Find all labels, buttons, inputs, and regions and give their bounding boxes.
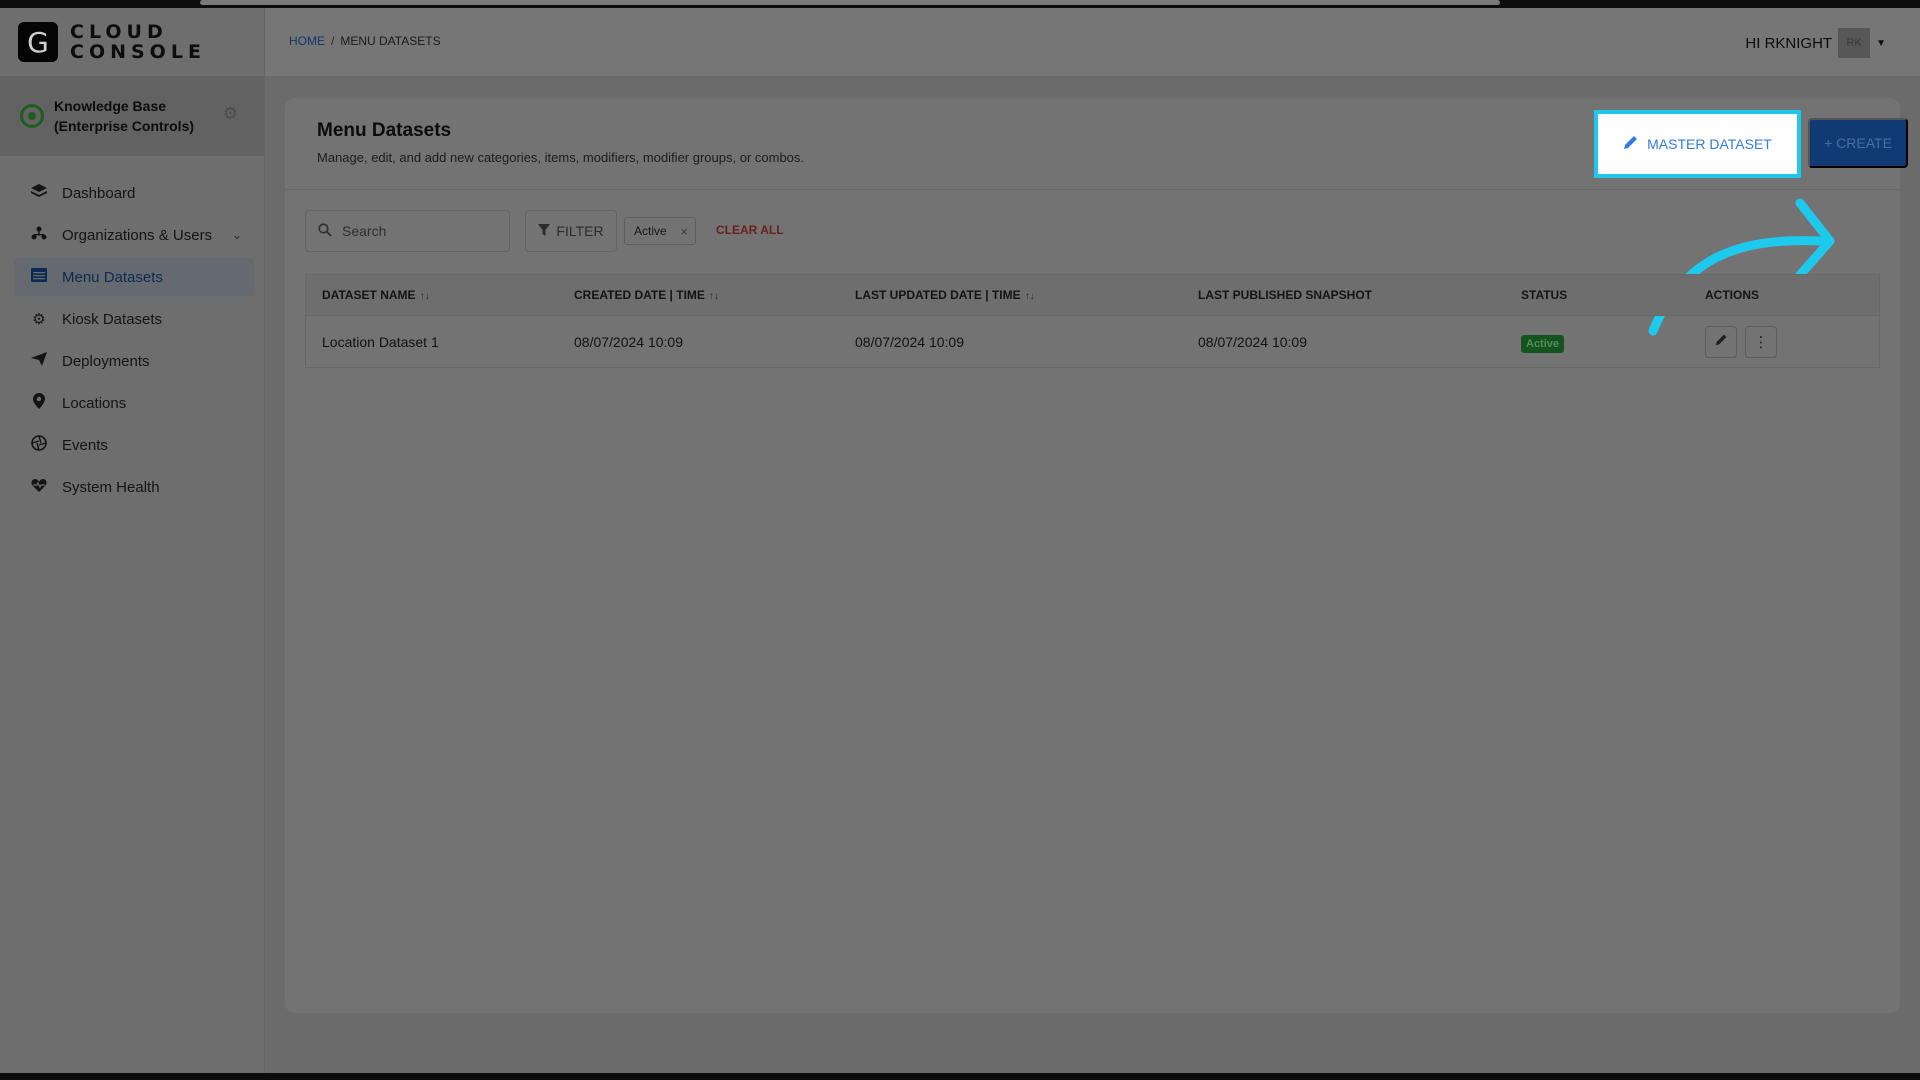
- logo-text-line2: CONSOLE: [70, 41, 206, 63]
- cell-actions: ⋮: [1689, 325, 1879, 358]
- breadcrumb-separator: /: [331, 34, 335, 48]
- sidebar-item-organizations-users[interactable]: Organizations & Users ⌄: [14, 216, 254, 254]
- sidebar: G CLOUD CONSOLE Knowledge Base (Enterpri…: [0, 8, 265, 1073]
- heartbeat-icon: [28, 478, 50, 496]
- column-header-label: CREATED DATE | TIME: [574, 288, 705, 302]
- caret-down-icon[interactable]: ▼: [1876, 38, 1886, 49]
- org-switcher[interactable]: Knowledge Base (Enterprise Controls) ⚙: [0, 76, 264, 156]
- filter-toolbar: Search FILTER Active × CLEAR ALL: [305, 210, 905, 252]
- org-name-line2: (Enterprise Controls): [54, 118, 195, 134]
- org-chart-icon: [28, 226, 50, 244]
- table-header: DATASET NAME ↑↓ CREATED DATE | TIME ↑↓ LAS…: [306, 275, 1879, 315]
- logo-mark: G: [18, 22, 58, 62]
- more-options-button[interactable]: ⋮: [1745, 325, 1777, 358]
- datasets-card: Menu Datasets Manage, edit, and add new …: [285, 98, 1908, 1013]
- chevron-down-icon[interactable]: ⌄: [232, 228, 242, 242]
- org-settings-gear-icon[interactable]: ⚙: [223, 104, 238, 124]
- column-header-created[interactable]: CREATED DATE | TIME ↑↓: [558, 288, 839, 302]
- sidebar-item-menu-datasets[interactable]: Menu Datasets: [14, 258, 254, 296]
- active-filter-chip: Active ×: [624, 217, 696, 245]
- window-bottom-strip: [0, 1073, 1920, 1080]
- user-menu[interactable]: HI RKNIGHT RK ▼: [1745, 28, 1886, 58]
- cell-status: Active: [1505, 334, 1689, 353]
- map-pin-icon: [28, 393, 50, 413]
- sidebar-item-label: Menu Datasets: [62, 268, 163, 286]
- pencil-icon: [1623, 134, 1639, 155]
- column-header-published: LAST PUBLISHED SNAPSHOT: [1182, 288, 1505, 302]
- create-button[interactable]: + CREATE: [1808, 118, 1908, 168]
- aperture-icon: [28, 435, 50, 455]
- sidebar-nav: Dashboard Organizations & Users ⌄ Menu D…: [0, 156, 264, 506]
- sidebar-item-label: System Health: [62, 478, 160, 496]
- org-name: Knowledge Base (Enterprise Controls): [54, 96, 194, 136]
- master-dataset-label: MASTER DATASET: [1647, 136, 1772, 152]
- cell-dataset-name: Location Dataset 1: [322, 333, 439, 350]
- app-logo[interactable]: G CLOUD CONSOLE: [0, 8, 264, 76]
- logo-text: CLOUD CONSOLE: [70, 22, 206, 62]
- sidebar-item-label: Deployments: [62, 352, 150, 370]
- filter-button[interactable]: FILTER: [525, 210, 617, 252]
- org-name-line1: Knowledge Base: [54, 98, 167, 114]
- page-title: Menu Datasets: [317, 120, 452, 141]
- master-dataset-button[interactable]: MASTER DATASET: [1594, 110, 1801, 178]
- sidebar-item-system-health[interactable]: System Health: [14, 468, 254, 506]
- column-header-label: ACTIONS: [1705, 288, 1759, 302]
- column-header-label: LAST PUBLISHED SNAPSHOT: [1198, 288, 1373, 302]
- main-content: Menu Datasets Manage, edit, and add new …: [265, 76, 1920, 1073]
- send-icon: [28, 352, 50, 370]
- chip-label: Active: [634, 224, 667, 238]
- sidebar-item-label: Dashboard: [62, 184, 136, 202]
- page-subtitle: Manage, edit, and add new categories, it…: [317, 150, 805, 165]
- search-icon: [318, 222, 332, 240]
- column-header-label: DATASET NAME: [322, 288, 416, 302]
- chip-close-icon[interactable]: ×: [680, 224, 688, 239]
- window-top-strip: [0, 0, 1920, 8]
- datasets-table: DATASET NAME ↑↓ CREATED DATE | TIME ↑↓ LAS…: [305, 274, 1880, 368]
- logo-text-line1: CLOUD: [70, 21, 168, 43]
- top-header: HOME / MENU DATASETS HI RKNIGHT RK ▼: [265, 8, 1920, 76]
- sidebar-item-deployments[interactable]: Deployments: [14, 342, 254, 380]
- avatar[interactable]: RK: [1838, 28, 1871, 58]
- clear-all-link[interactable]: CLEAR ALL: [716, 223, 784, 237]
- pencil-icon: [1715, 333, 1728, 350]
- search-placeholder: Search: [342, 223, 387, 239]
- breadcrumb-current: MENU DATASETS: [340, 34, 441, 48]
- sort-icon[interactable]: ↑↓: [709, 291, 719, 302]
- search-input[interactable]: Search: [305, 210, 510, 252]
- filter-label: FILTER: [556, 223, 604, 239]
- gear-icon: ⚙: [32, 311, 46, 328]
- column-header-actions: ACTIONS: [1689, 288, 1879, 302]
- cell-published: 08/07/2024 10:09: [1198, 333, 1307, 350]
- sidebar-item-locations[interactable]: Locations: [14, 384, 254, 422]
- status-badge: Active: [1521, 334, 1565, 353]
- column-header-updated[interactable]: LAST UPDATED DATE | TIME ↑↓: [839, 288, 1182, 302]
- cell-updated: 08/07/2024 10:09: [855, 333, 964, 350]
- column-header-dataset-name[interactable]: DATASET NAME ↑↓: [306, 288, 558, 302]
- edit-button[interactable]: [1705, 325, 1737, 358]
- breadcrumb-home-link[interactable]: HOME: [289, 34, 325, 48]
- sidebar-item-dashboard[interactable]: Dashboard: [14, 174, 254, 212]
- sidebar-item-kiosk-datasets[interactable]: ⚙ Kiosk Datasets: [14, 300, 254, 338]
- menu-table-icon: [28, 268, 50, 286]
- sidebar-item-label: Events: [62, 436, 108, 454]
- table-row[interactable]: Location Dataset 1 08/07/2024 10:09 08/0…: [306, 315, 1879, 367]
- sidebar-item-label: Locations: [62, 394, 127, 412]
- cell-created: 08/07/2024 10:09: [574, 333, 683, 350]
- sidebar-item-label: Organizations & Users: [62, 226, 213, 244]
- layers-icon: [28, 184, 50, 202]
- user-greeting: HI RKNIGHT: [1745, 34, 1833, 52]
- sort-icon[interactable]: ↑↓: [1025, 291, 1035, 302]
- column-header-status: STATUS: [1505, 288, 1689, 302]
- column-header-label: LAST UPDATED DATE | TIME: [855, 288, 1021, 302]
- column-header-label: STATUS: [1521, 288, 1568, 302]
- location-target-icon: [20, 104, 44, 128]
- kebab-menu-icon: ⋮: [1753, 333, 1769, 351]
- sidebar-item-label: Kiosk Datasets: [62, 310, 163, 328]
- top-scroll-indicator: [200, 0, 1500, 5]
- sort-icon[interactable]: ↑↓: [420, 291, 430, 302]
- filter-funnel-icon: [538, 223, 551, 239]
- card-header: Menu Datasets Manage, edit, and add new …: [285, 98, 1908, 336]
- breadcrumb: HOME / MENU DATASETS: [289, 34, 441, 48]
- sidebar-item-events[interactable]: Events: [14, 426, 254, 464]
